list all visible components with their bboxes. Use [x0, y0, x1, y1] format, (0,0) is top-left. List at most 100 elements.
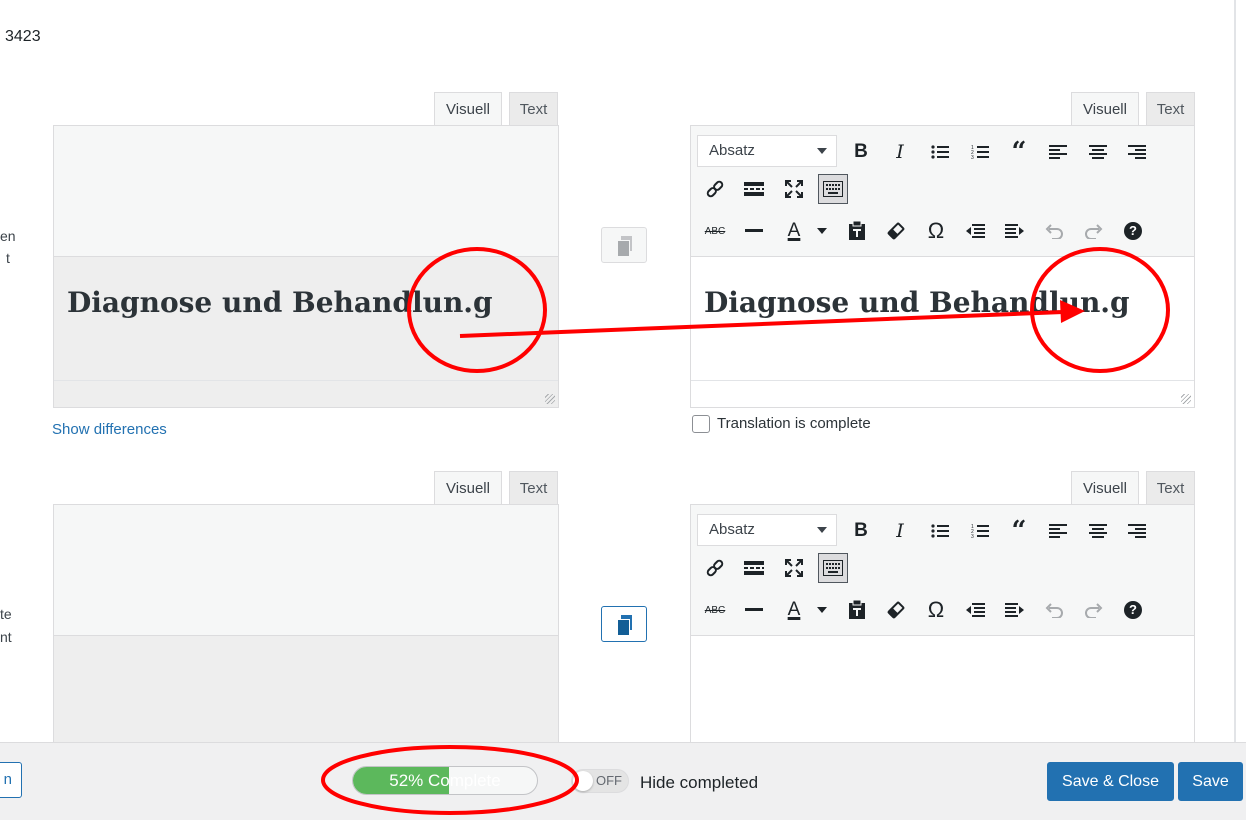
source-editor: Diagnose und Behandlun.g [53, 125, 559, 408]
tab-text-translation[interactable]: Text [1146, 471, 1195, 505]
help-icon[interactable]: ? [1118, 216, 1148, 246]
tab-visual-source[interactable]: Visuell [434, 92, 502, 127]
italic-icon[interactable]: I [885, 516, 915, 546]
bullet-list-icon[interactable] [925, 137, 955, 167]
undo-icon[interactable] [1039, 595, 1069, 625]
bold-icon[interactable]: B [846, 516, 876, 546]
text-color-icon[interactable]: A [779, 216, 809, 246]
italic-icon[interactable]: I [885, 137, 915, 167]
align-left-icon[interactable] [1043, 516, 1073, 546]
bullet-list-icon[interactable] [925, 516, 955, 546]
source-editor-header [54, 505, 558, 636]
footer-bar: n 52% Complete OFF Hide completed Save &… [0, 742, 1246, 820]
hide-completed-toggle[interactable]: OFF [571, 769, 629, 793]
text-color-icon[interactable]: A [779, 595, 809, 625]
editor-toolbar: Absatz B I 123 “ ABC A Ω ? [691, 505, 1194, 636]
resize-grip-icon[interactable] [1181, 394, 1191, 404]
clear-formatting-icon[interactable] [881, 216, 911, 246]
source-editor [53, 504, 559, 754]
strikethrough-icon[interactable]: ABC [700, 595, 730, 625]
row-label-fragment: en [0, 228, 16, 244]
show-differences-link[interactable]: Show differences [52, 421, 167, 438]
fullscreen-icon[interactable] [779, 553, 809, 583]
paste-text-icon[interactable] [842, 216, 872, 246]
bold-icon[interactable]: B [846, 137, 876, 167]
tab-text-source[interactable]: Text [509, 471, 558, 505]
translation-complete-label: Translation is complete [717, 415, 871, 432]
progress-label: 52% Complete [389, 771, 501, 790]
help-icon[interactable]: ? [1118, 595, 1148, 625]
numbered-list-icon[interactable]: 123 [965, 137, 995, 167]
fullscreen-icon[interactable] [779, 174, 809, 204]
tab-text-source[interactable]: Text [509, 92, 558, 126]
toggle-state-label: OFF [596, 773, 622, 788]
align-center-icon[interactable] [1083, 516, 1113, 546]
clear-formatting-icon[interactable] [881, 595, 911, 625]
blockquote-icon[interactable]: “ [1004, 137, 1034, 167]
paste-text-icon[interactable] [842, 595, 872, 625]
panel-right-border [1234, 0, 1236, 742]
copy-original-button[interactable] [601, 227, 647, 263]
format-select[interactable]: Absatz [697, 135, 837, 167]
read-more-icon[interactable] [739, 553, 769, 583]
tab-visual-translation[interactable]: Visuell [1071, 471, 1139, 506]
svg-text:3: 3 [971, 155, 974, 160]
chevron-down-icon [817, 148, 827, 154]
chevron-down-icon [817, 527, 827, 533]
source-heading: Diagnose und Behandlun.g [67, 286, 493, 319]
translation-complete-checkbox[interactable] [692, 415, 710, 433]
outdent-icon[interactable] [960, 216, 990, 246]
link-icon[interactable] [700, 553, 730, 583]
indent-icon[interactable] [1000, 595, 1030, 625]
align-right-icon[interactable] [1122, 137, 1152, 167]
horizontal-rule-icon[interactable] [739, 216, 769, 246]
footer-left-button[interactable]: n [0, 762, 22, 798]
numbered-list-icon[interactable]: 123 [965, 516, 995, 546]
source-editor-statusbar [54, 380, 558, 407]
format-select-value: Absatz [709, 521, 755, 538]
special-character-icon[interactable]: Ω [921, 595, 951, 625]
resize-grip-icon[interactable] [545, 394, 555, 404]
translation-editor-statusbar [691, 380, 1194, 407]
align-center-icon[interactable] [1083, 137, 1113, 167]
svg-text:3: 3 [971, 534, 974, 539]
horizontal-rule-icon[interactable] [739, 595, 769, 625]
toggle-knob [573, 771, 593, 791]
source-editor-header [54, 126, 558, 257]
hide-completed-label: Hide completed [640, 773, 759, 792]
align-right-icon[interactable] [1122, 516, 1152, 546]
outdent-icon[interactable] [960, 595, 990, 625]
job-id: 3423 [5, 28, 41, 45]
tab-visual-translation[interactable]: Visuell [1071, 92, 1139, 127]
indent-icon[interactable] [1000, 216, 1030, 246]
undo-icon[interactable] [1039, 216, 1069, 246]
text-color-dropdown-icon[interactable] [817, 607, 827, 613]
special-character-icon[interactable]: Ω [921, 216, 951, 246]
read-more-icon[interactable] [739, 174, 769, 204]
link-icon[interactable] [700, 174, 730, 204]
redo-icon[interactable] [1079, 216, 1109, 246]
format-select[interactable]: Absatz [697, 514, 837, 546]
save-button[interactable]: Save [1178, 762, 1243, 801]
text-color-dropdown-icon[interactable] [817, 228, 827, 234]
copy-icon [617, 615, 632, 636]
toolbar-toggle-icon[interactable] [818, 174, 848, 204]
save-close-button[interactable]: Save & Close [1047, 762, 1174, 801]
tab-text-translation[interactable]: Text [1146, 92, 1195, 126]
translation-heading[interactable]: Diagnose und Behandlun.g [704, 286, 1130, 319]
translation-editor: Absatz B I 123 “ ABC A Ω ? [690, 504, 1195, 754]
align-left-icon[interactable] [1043, 137, 1073, 167]
row-label-fragment: nt [0, 629, 12, 645]
row-label-fragment: te [0, 606, 12, 622]
copy-icon [617, 236, 632, 257]
progress-bar: 52% Complete [352, 766, 538, 795]
copy-original-button[interactable] [601, 606, 647, 642]
toolbar-toggle-icon[interactable] [818, 553, 848, 583]
blockquote-icon[interactable]: “ [1004, 516, 1034, 546]
tab-visual-source[interactable]: Visuell [434, 471, 502, 506]
redo-icon[interactable] [1079, 595, 1109, 625]
row-label-fragment: t [6, 250, 10, 266]
format-select-value: Absatz [709, 142, 755, 159]
strikethrough-icon[interactable]: ABC [700, 216, 730, 246]
translation-editor: Absatz B I 123 “ ABC A Ω ? Diagnose und … [690, 125, 1195, 408]
